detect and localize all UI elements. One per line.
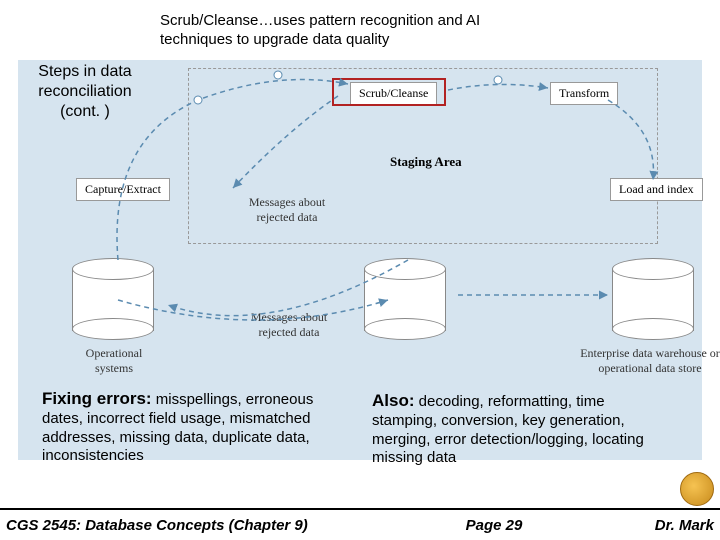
step-load-index: Load and index (610, 178, 703, 201)
enterprise-label: Enterprise data warehouse or operational… (580, 346, 720, 376)
staging-db-icon (364, 258, 446, 340)
slide-title: Steps in data reconciliation (cont. ) (20, 62, 150, 122)
ucf-logo-icon (680, 472, 714, 506)
footer-course: CGS 2545: Database Concepts (Chapter 9) (6, 517, 394, 534)
step-capture-extract: Capture/Extract (76, 178, 170, 201)
scrub-callout: Scrub/Cleanse…uses pattern recognition a… (152, 8, 552, 54)
scrub-highlight-box (332, 78, 446, 106)
fixing-errors-heading: Fixing errors: (42, 389, 152, 408)
operational-db-icon (72, 258, 154, 340)
also-block: Also: decoding, reformatting, time stamp… (372, 390, 672, 468)
step-transform: Transform (550, 82, 618, 105)
footer-author: Dr. Mark (594, 517, 714, 534)
rejected-msg-lower: Messages about rejected data (234, 310, 344, 340)
also-heading: Also: (372, 391, 415, 410)
footer-page: Page 29 (394, 517, 594, 534)
slide-footer: CGS 2545: Database Concepts (Chapter 9) … (0, 508, 720, 540)
operational-label: Operational systems (68, 346, 160, 376)
fixing-errors-block: Fixing errors: misspellings, erroneous d… (42, 388, 342, 466)
rejected-msg-upper: Messages about rejected data (232, 195, 342, 225)
enterprise-db-icon (612, 258, 694, 340)
staging-area-label: Staging Area (390, 154, 462, 170)
